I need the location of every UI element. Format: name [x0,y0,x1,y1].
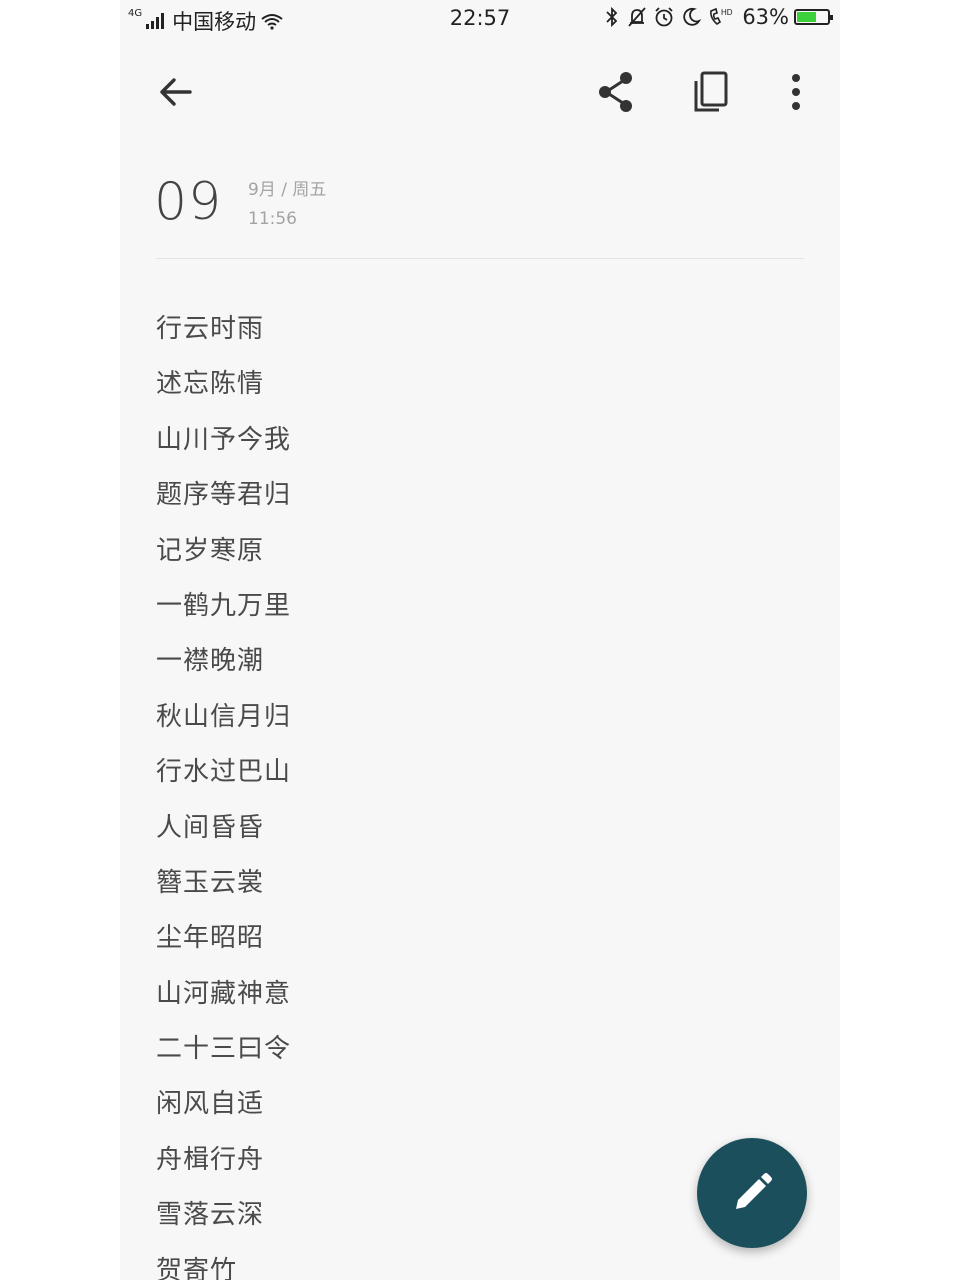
do-not-disturb-icon [683,7,702,26]
battery-level-fill [797,12,816,22]
svg-text:HD: HD [721,8,733,17]
share-icon [599,72,632,112]
note-time: 11:56 [248,209,297,229]
note-line: 山河藏神意 [156,978,292,1009]
arrow-left-icon [160,78,192,106]
more-options-button[interactable] [766,62,826,122]
note-toolbar [120,56,840,128]
note-month-weekday: 9月 / 周五 [248,180,327,200]
header-divider [156,258,804,259]
more-vertical-icon [792,74,800,110]
note-line: 一鹤九万里 [156,590,292,621]
status-bar: 4G 中国移动 22:57 HD 63% [120,0,840,38]
note-line: 秋山信月归 [156,701,292,732]
notes-app-screen: 4G 中国移动 22:57 HD 63% 09 9月 / 周五 11:56 行云… [120,0,840,1280]
note-line: 雪落云深 [156,1200,265,1231]
note-line: 人间昏昏 [156,812,265,843]
share-button[interactable] [586,62,646,122]
note-line: 一襟晚潮 [156,646,265,677]
copy-icon [694,71,728,112]
note-line: 行水过巴山 [156,757,292,788]
note-line: 尘年昭昭 [156,923,265,954]
note-line: 记岁寒原 [156,535,265,566]
battery-percent: 63% [742,5,789,29]
note-line: 贺寄竹 [156,1255,238,1280]
note-line: 题序等君归 [156,480,292,511]
note-line: 山川予今我 [156,424,292,455]
note-line: 舟楫行舟 [156,1144,265,1175]
note-date-meta: 9月 / 周五 11:56 [248,176,326,234]
note-date-day: 09 [154,172,223,232]
edit-note-button[interactable] [697,1138,807,1248]
status-bar-right: HD 63% [603,5,833,29]
back-button[interactable] [146,62,206,122]
note-line: 簪玉云裳 [156,867,265,898]
edit-pencil-icon [736,1173,772,1209]
hd-call-icon: HD [710,7,733,26]
note-line: 述忘陈情 [156,369,265,400]
note-line: 二十三曰令 [156,1034,292,1065]
alarm-icon [655,7,673,27]
note-line: 行云时雨 [156,314,265,344]
copy-button[interactable] [681,62,741,122]
note-line: 闲风自适 [156,1089,265,1120]
bluetooth-icon [606,6,618,28]
battery-icon [794,9,833,25]
mute-icon [628,7,646,27]
note-body[interactable]: 行云时雨 述忘陈情 山川予今我 题序等君归 记岁寒原 一鹤九万里 一襟晚潮 秋山… [156,306,291,1280]
